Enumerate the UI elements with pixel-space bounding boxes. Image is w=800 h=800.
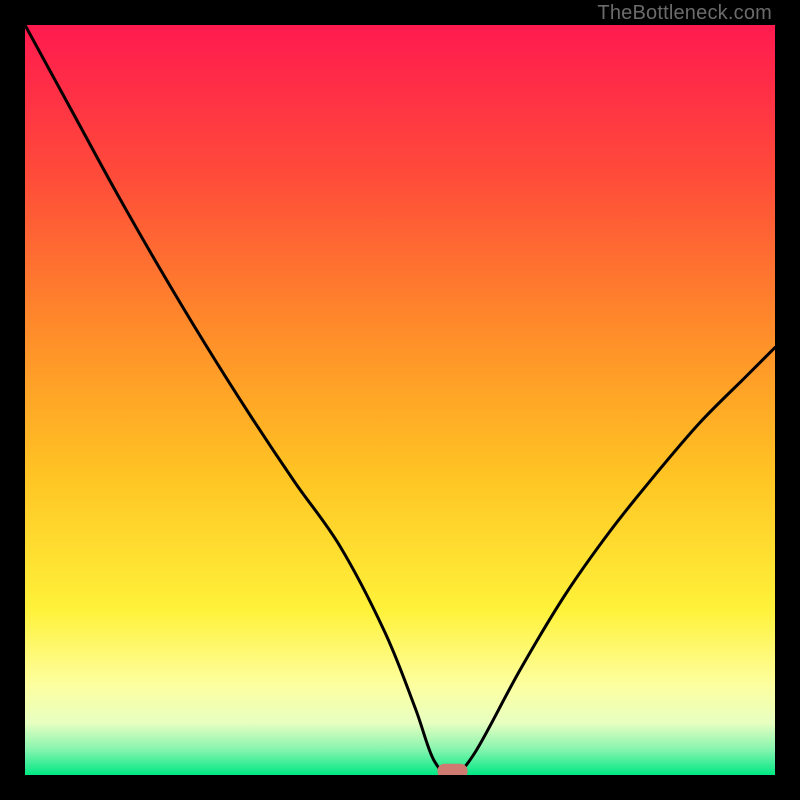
bottleneck-chart [25,25,775,775]
chart-background [25,25,775,775]
chart-frame [25,25,775,775]
optimum-marker [438,764,468,775]
watermark-label: TheBottleneck.com [597,2,772,25]
